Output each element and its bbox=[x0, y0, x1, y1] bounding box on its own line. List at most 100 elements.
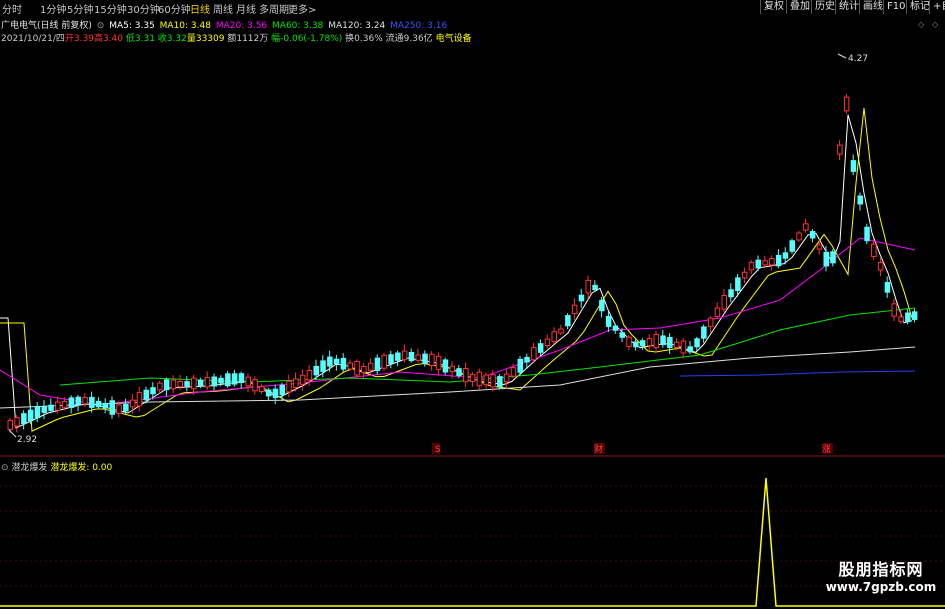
candle-body bbox=[592, 284, 598, 291]
candle-body bbox=[544, 338, 551, 347]
candle-body bbox=[21, 413, 27, 425]
kline-chart[interactable]: 4.27 2.92 S 财 涨 ◇ ◇ bbox=[0, 0, 945, 609]
candle-body bbox=[184, 381, 190, 387]
ma10-line bbox=[0, 107, 913, 432]
candle-body bbox=[177, 380, 183, 388]
min-price-pointer bbox=[8, 429, 17, 438]
candle-body bbox=[259, 386, 265, 392]
indicator-name: 潜龙爆发 bbox=[11, 463, 48, 473]
candle-body bbox=[714, 307, 721, 317]
candle-body bbox=[279, 384, 285, 396]
candle-body bbox=[483, 374, 489, 386]
candle-body bbox=[571, 304, 578, 314]
candle-body bbox=[245, 376, 251, 387]
indicator-value: 潜龙爆发: 0.00 bbox=[50, 463, 113, 473]
candle-body bbox=[7, 420, 13, 430]
candle-body bbox=[687, 346, 693, 353]
candle-body bbox=[633, 341, 639, 348]
candle-body bbox=[374, 357, 381, 371]
candle-body bbox=[388, 354, 394, 365]
candle-body bbox=[197, 379, 204, 387]
indicator-settings-icon[interactable]: ⊙ bbox=[1, 463, 9, 473]
candle-body bbox=[27, 409, 34, 422]
max-price-pointer bbox=[837, 53, 847, 59]
candle-body bbox=[789, 240, 795, 252]
candle-body bbox=[803, 223, 809, 231]
max-price-label: 4.27 bbox=[848, 54, 868, 64]
candle-body bbox=[463, 368, 469, 383]
candle-body bbox=[898, 316, 904, 322]
candle-body bbox=[823, 251, 829, 267]
candle-body bbox=[415, 354, 421, 361]
candle-body bbox=[830, 251, 836, 264]
candle-body bbox=[123, 403, 129, 412]
candle-body bbox=[905, 312, 911, 323]
candle-body bbox=[401, 350, 408, 361]
candle-body bbox=[89, 396, 95, 408]
watermark: 股朋指标网 www.7gpzb.com bbox=[825, 556, 937, 594]
candle-body bbox=[871, 243, 877, 258]
candle-body bbox=[735, 277, 741, 292]
candle-body bbox=[313, 365, 319, 376]
candle-body bbox=[82, 397, 88, 405]
candle-body bbox=[48, 404, 54, 411]
candle-body bbox=[796, 232, 802, 241]
candle-body bbox=[109, 400, 115, 415]
candle-body bbox=[354, 360, 360, 376]
candle-body bbox=[701, 326, 707, 339]
candle-body bbox=[551, 331, 557, 343]
candle-body bbox=[694, 338, 700, 348]
candle-body bbox=[211, 376, 217, 387]
candle-body bbox=[75, 396, 81, 406]
expand-indicator-icon[interactable]: ◇ bbox=[932, 20, 939, 29]
watermark-title: 股朋指标网 bbox=[838, 560, 924, 579]
candle-body bbox=[476, 371, 483, 387]
candle-body bbox=[782, 252, 789, 259]
candle-body bbox=[238, 373, 245, 383]
candle-body bbox=[361, 365, 367, 373]
collapse-indicator-icon[interactable]: ◇ bbox=[918, 20, 925, 29]
candle-body bbox=[170, 379, 177, 390]
candle-body bbox=[891, 303, 897, 317]
candle-body bbox=[809, 230, 816, 239]
candle-body bbox=[442, 359, 449, 373]
candle-body bbox=[381, 354, 387, 369]
ma250-line bbox=[679, 370, 916, 377]
candle-body bbox=[14, 417, 20, 427]
candle-body bbox=[531, 347, 537, 361]
candle-body bbox=[333, 358, 340, 365]
candle-body bbox=[299, 374, 306, 385]
candle-body bbox=[490, 374, 496, 388]
candle-body bbox=[435, 355, 442, 370]
ma60-line bbox=[59, 307, 916, 386]
candle-body bbox=[225, 373, 231, 387]
candle-body bbox=[850, 160, 857, 172]
candle-body bbox=[449, 365, 455, 373]
candle-body bbox=[741, 271, 748, 279]
candle-body bbox=[755, 259, 761, 269]
candle-body bbox=[306, 369, 313, 381]
candle-body bbox=[55, 401, 61, 411]
indicator-line bbox=[0, 477, 945, 607]
candle-body bbox=[163, 379, 170, 391]
candle-body bbox=[327, 356, 333, 367]
candle-body bbox=[884, 282, 891, 293]
candle-body bbox=[320, 360, 326, 372]
candle-body bbox=[707, 317, 714, 328]
candle-body bbox=[653, 334, 659, 348]
candle-body bbox=[599, 299, 605, 312]
candle-body bbox=[646, 338, 653, 347]
candle-body bbox=[911, 311, 918, 320]
watermark-url: www.7gpzb.com bbox=[825, 580, 937, 594]
candle-body bbox=[218, 377, 224, 384]
candle-body bbox=[286, 380, 292, 393]
candle-body bbox=[578, 294, 585, 302]
candle-body bbox=[626, 336, 632, 347]
candle-body bbox=[293, 378, 299, 388]
candle-body bbox=[605, 315, 612, 327]
candle-body bbox=[503, 373, 510, 383]
candle-body bbox=[816, 244, 823, 250]
candle-body bbox=[864, 226, 870, 242]
candle-body bbox=[422, 353, 428, 364]
candle-body bbox=[721, 295, 727, 310]
